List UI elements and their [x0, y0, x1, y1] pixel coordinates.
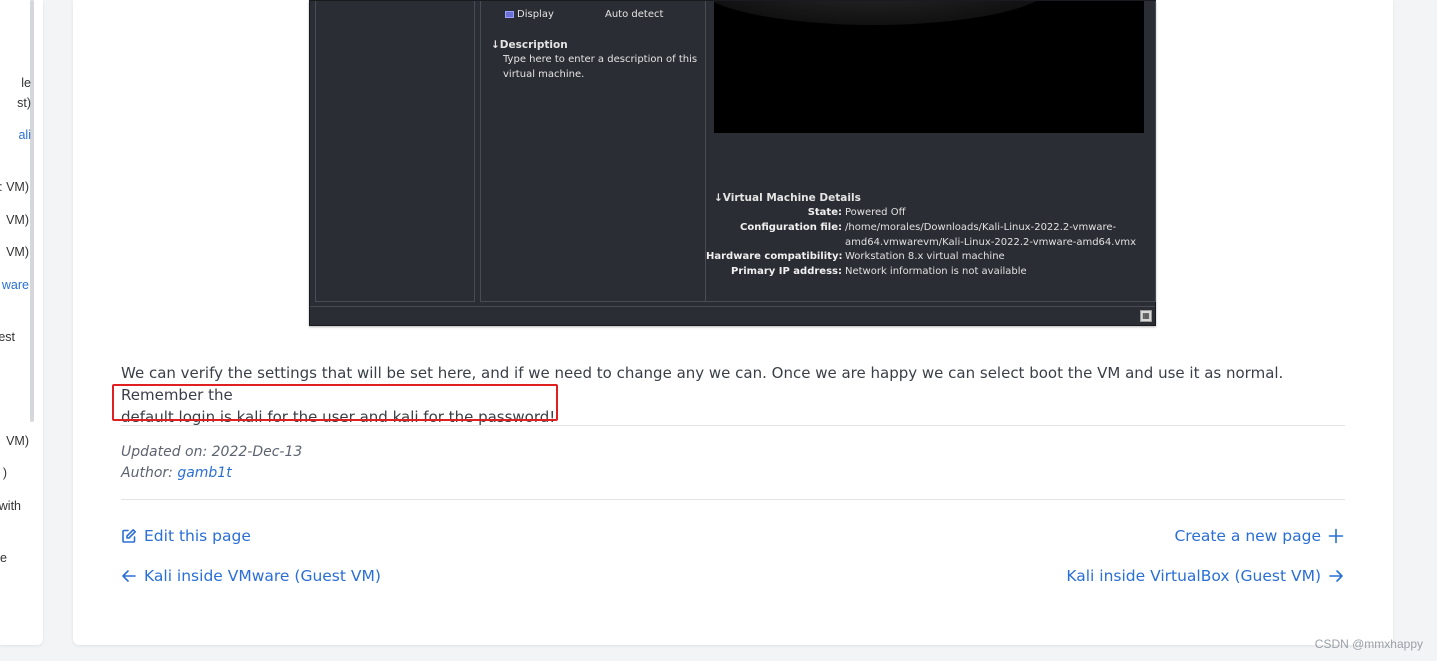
- details-value: amd64.vmwarevm/Kali-Linux-2022.2-vmware-…: [845, 237, 1137, 248]
- vm-library-panel: [315, 1, 475, 302]
- vmware-screenshot: Display Auto detect ↓Description Type he…: [309, 0, 1156, 326]
- arrow-right-icon: [1328, 568, 1344, 584]
- details-value: Network information is not available: [845, 266, 1027, 277]
- author-line: Author: gamb1t: [121, 465, 232, 481]
- sidebar-item-fragment[interactable]: : VM): [0, 180, 29, 194]
- details-key: Primary IP address:: [730, 266, 842, 277]
- display-icon: [505, 11, 514, 18]
- details-heading[interactable]: ↓Virtual Machine Details: [714, 192, 861, 204]
- divider: [121, 425, 1345, 426]
- display-label: Display: [517, 9, 554, 20]
- author-label: Author:: [121, 465, 178, 481]
- red-highlight-annotation: [112, 384, 558, 421]
- next-page-label: Kali inside VirtualBox (Guest VM): [1066, 567, 1321, 585]
- sidebar-item-fragment[interactable]: VM): [6, 213, 29, 227]
- details-row-state: State: Powered Off: [706, 207, 906, 218]
- details-key: Hardware compatibility:: [706, 251, 843, 262]
- next-page-link[interactable]: Kali inside VirtualBox (Guest VM): [1066, 567, 1344, 585]
- vm-devices-panel: Display Auto detect ↓Description Type he…: [480, 1, 706, 302]
- vm-screen-wallpaper: [714, 1, 1054, 25]
- sidebar-item-fragment[interactable]: ): [3, 466, 7, 480]
- sidebar-item-fragment[interactable]: e: [0, 551, 7, 565]
- csdn-watermark: CSDN @mmxhappy: [1314, 637, 1423, 651]
- sidebar-item-fragment[interactable]: ali: [18, 128, 31, 142]
- sidebar-item-fragment[interactable]: VM): [6, 245, 29, 259]
- divider: [121, 499, 1345, 500]
- arrow-left-icon: [121, 568, 137, 584]
- message-log-icon[interactable]: ▦: [1140, 310, 1152, 322]
- docs-sidebar: le st) ali : VM) VM) VM) ware est VM) ) …: [0, 0, 43, 645]
- author-link[interactable]: gamb1t: [177, 465, 231, 481]
- vm-status-bar: ▦: [310, 306, 1155, 326]
- sidebar-item-fragment[interactable]: le: [21, 76, 31, 90]
- create-page-link[interactable]: Create a new page: [1174, 527, 1344, 545]
- details-value: /home/morales/Downloads/Kali-Linux-2022.…: [845, 222, 1117, 233]
- plus-icon: [1328, 528, 1344, 544]
- sidebar-item-fragment[interactable]: est: [0, 330, 15, 344]
- prev-page-label: Kali inside VMware (Guest VM): [144, 567, 381, 585]
- details-row-config-cont: amd64.vmwarevm/Kali-Linux-2022.2-vmware-…: [706, 237, 1136, 248]
- details-row-hardware: Hardware compatibility: Workstation 8.x v…: [706, 251, 1005, 262]
- edit-page-link[interactable]: Edit this page: [121, 527, 251, 545]
- details-row-config: Configuration file:/home/morales/Downloa…: [706, 222, 1116, 233]
- prev-page-link[interactable]: Kali inside VMware (Guest VM): [121, 567, 381, 585]
- sidebar-item-fragment[interactable]: st): [17, 96, 31, 110]
- details-value: Workstation 8.x virtual machine: [845, 251, 1005, 262]
- updated-date: Updated on: 2022-Dec-13: [121, 444, 303, 460]
- edit-page-label: Edit this page: [144, 527, 251, 545]
- vm-screen-thumbnail[interactable]: [714, 1, 1144, 133]
- sidebar-item-fragment[interactable]: with: [0, 499, 21, 513]
- details-value: Powered Off: [845, 207, 906, 218]
- create-page-label: Create a new page: [1174, 527, 1321, 545]
- sidebar-scrollbar[interactable]: [30, 0, 34, 422]
- sidebar-item-fragment[interactable]: VM): [6, 434, 29, 448]
- details-key: Configuration file:: [740, 222, 842, 233]
- display-value: Auto detect: [605, 9, 664, 20]
- details-key: State:: [807, 207, 842, 218]
- description-heading[interactable]: ↓Description: [491, 39, 568, 51]
- vm-preview-panel: ↓Virtual Machine Details State: Powered O…: [706, 1, 1156, 302]
- sidebar-item-fragment[interactable]: ware: [2, 278, 29, 292]
- details-row-ip: Primary IP address: Network information i…: [706, 266, 1027, 277]
- description-text[interactable]: virtual machine.: [503, 69, 584, 80]
- description-text[interactable]: Type here to enter a description of this: [503, 54, 697, 65]
- edit-icon: [121, 528, 137, 544]
